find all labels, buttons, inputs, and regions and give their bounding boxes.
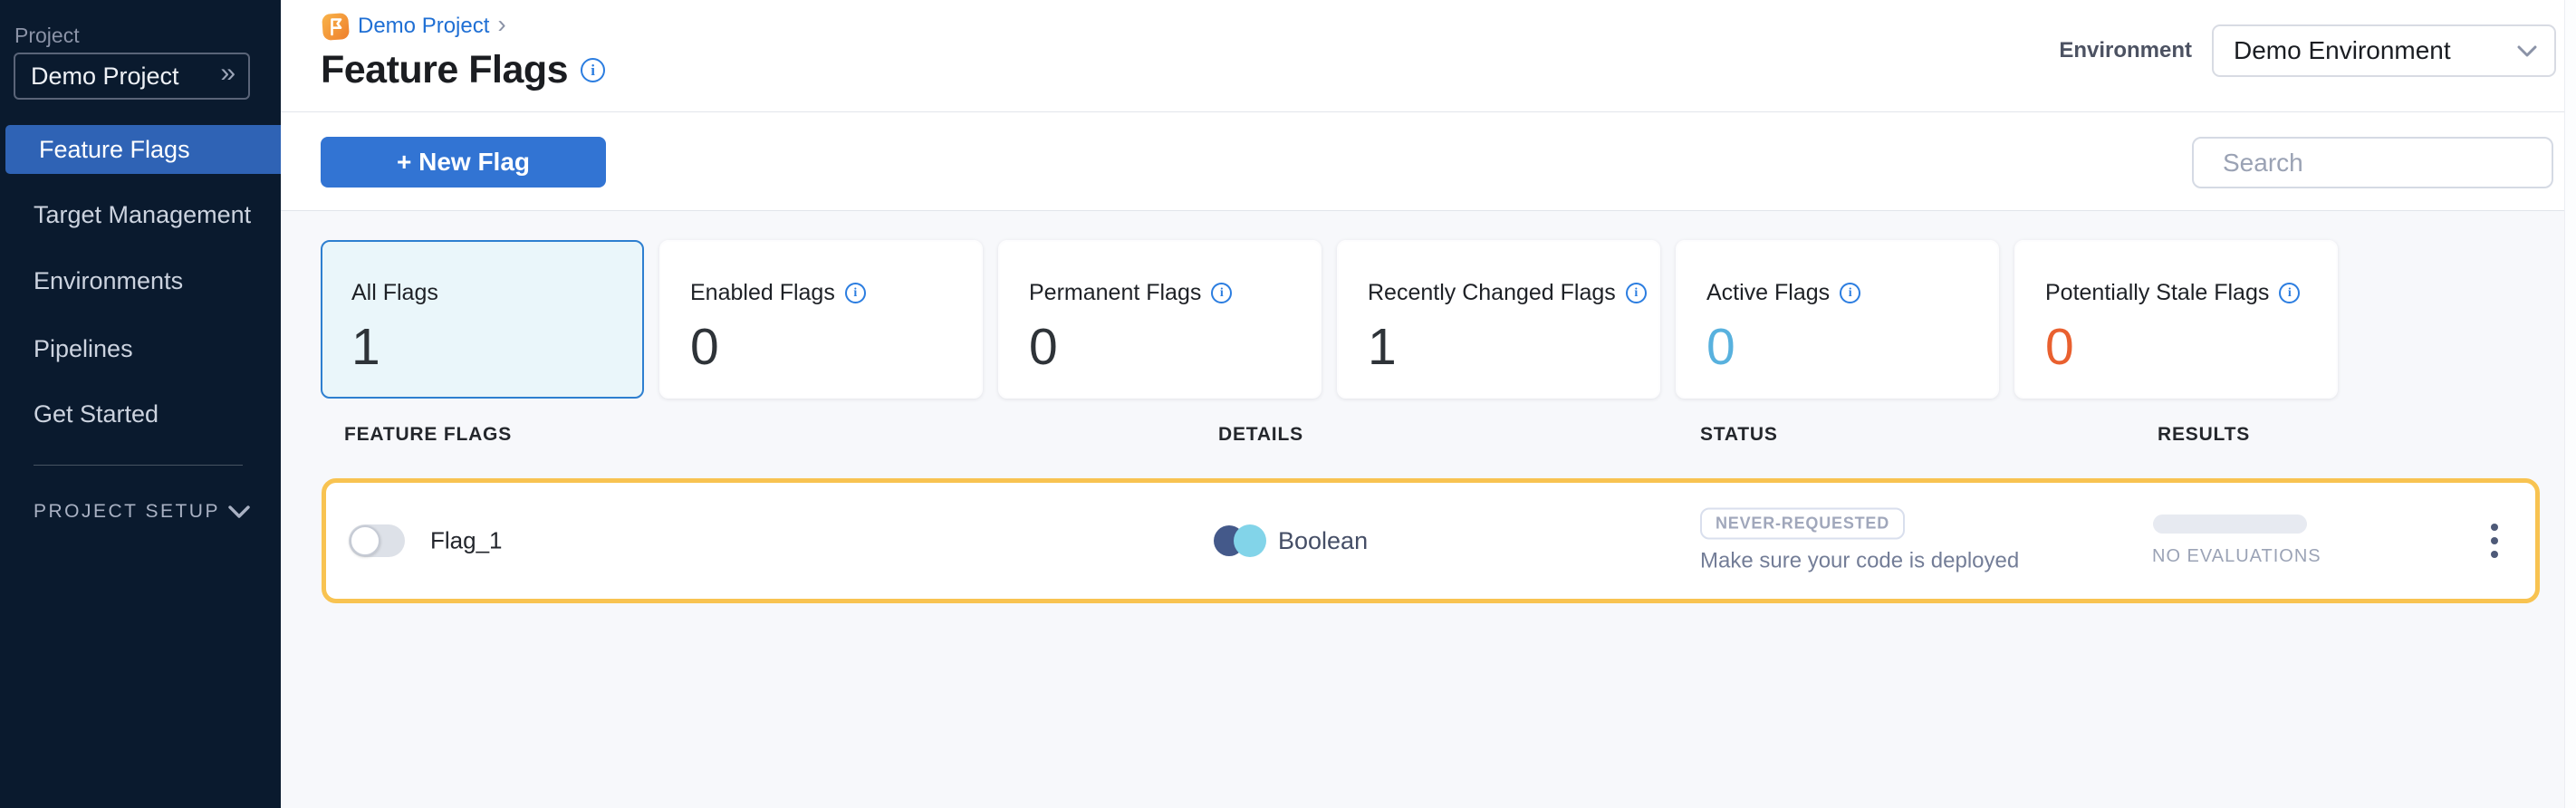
flag-type-label: Boolean — [1278, 527, 1368, 555]
stat-card-active-flags[interactable]: Active Flags 0 — [1676, 240, 1999, 399]
row-options-kebab-icon[interactable] — [2475, 514, 2514, 568]
project-setup-section[interactable]: PROJECT SETUP — [34, 501, 251, 523]
card-label: All Flags — [351, 280, 438, 306]
environment-group: Environment Demo Environment — [2059, 24, 2556, 77]
sidebar-item-feature-flags[interactable]: Feature Flags — [5, 125, 281, 174]
stat-card-all-flags[interactable]: All Flags 1 — [321, 240, 644, 399]
content-area: All Flags 1 Enabled Flags 0 Permanent Fl… — [281, 211, 2576, 808]
toggle-knob-icon — [350, 525, 380, 556]
expand-sidebar-icon[interactable]: » — [220, 60, 235, 92]
stats-cards: All Flags 1 Enabled Flags 0 Permanent Fl… — [321, 240, 2338, 399]
column-header-status: STATUS — [1700, 424, 1778, 446]
sidebar-divider — [34, 465, 243, 466]
chevron-down-icon — [2516, 44, 2538, 58]
card-count: 0 — [1029, 317, 1320, 377]
sidebar-item-pipelines[interactable]: Pipelines — [0, 324, 281, 373]
new-flag-button[interactable]: + New Flag — [321, 137, 606, 188]
evaluations-caption: NO EVALUATIONS — [2152, 546, 2321, 567]
card-label: Active Flags — [1706, 280, 1830, 306]
card-label: Potentially Stale Flags — [2045, 280, 2269, 306]
flag-toggle[interactable] — [349, 524, 405, 557]
title-row: Feature Flags — [321, 48, 605, 92]
search-input[interactable] — [2223, 149, 2550, 178]
feature-flag-logo-icon — [322, 13, 350, 41]
column-header-results: RESULTS — [2158, 424, 2250, 446]
stat-card-permanent-flags[interactable]: Permanent Flags 0 — [998, 240, 1322, 399]
flag-row[interactable]: Flag_1 Boolean NEVER-REQUESTED Make sure… — [322, 478, 2540, 603]
project-name: Demo Project — [31, 63, 220, 91]
chevron-right-icon: › — [497, 12, 505, 41]
sidebar-item-get-started[interactable]: Get Started — [0, 390, 281, 438]
main-area: Demo Project › Feature Flags Environment… — [281, 0, 2576, 808]
card-label: Enabled Flags — [690, 280, 835, 306]
chevron-down-icon — [227, 505, 251, 519]
stat-card-recently-changed-flags[interactable]: Recently Changed Flags 1 — [1337, 240, 1660, 399]
info-icon[interactable] — [1840, 283, 1860, 303]
info-icon[interactable] — [2279, 283, 2300, 303]
breadcrumb-project-link[interactable]: Demo Project — [358, 14, 489, 39]
flag-name[interactable]: Flag_1 — [430, 527, 503, 555]
sidebar-item-environments[interactable]: Environments — [0, 256, 281, 305]
search-box — [2192, 137, 2553, 188]
project-label: Project — [14, 24, 80, 48]
scrollbar[interactable] — [2564, 0, 2576, 808]
card-count: 0 — [1706, 317, 1997, 377]
stat-card-enabled-flags[interactable]: Enabled Flags 0 — [659, 240, 983, 399]
flag-type: Boolean — [1214, 524, 1368, 557]
card-count: 1 — [351, 317, 642, 377]
card-count: 0 — [2045, 317, 2336, 377]
header-divider — [281, 111, 2576, 112]
flag-results: NO EVALUATIONS — [2152, 515, 2321, 567]
card-count: 1 — [1368, 317, 1658, 377]
environment-select[interactable]: Demo Environment — [2212, 24, 2556, 77]
evaluations-progress-bar — [2153, 515, 2307, 534]
project-selector[interactable]: Demo Project » — [14, 53, 250, 100]
feature-flags-page: Project Demo Project » Feature Flags Tar… — [0, 0, 2576, 808]
breadcrumb: Demo Project › — [322, 12, 506, 41]
page-title: Feature Flags — [321, 48, 568, 92]
environment-value: Demo Environment — [2234, 36, 2516, 65]
info-icon[interactable] — [581, 58, 605, 82]
column-header-details: DETAILS — [1218, 424, 1303, 446]
flag-status: NEVER-REQUESTED Make sure your code is d… — [1700, 508, 2019, 574]
card-label: Permanent Flags — [1029, 280, 1201, 306]
boolean-type-icon — [1214, 524, 1266, 557]
stat-card-potentially-stale-flags[interactable]: Potentially Stale Flags 0 — [2014, 240, 2338, 399]
card-label: Recently Changed Flags — [1368, 280, 1616, 306]
sidebar: Project Demo Project » Feature Flags Tar… — [0, 0, 281, 808]
sidebar-item-target-management[interactable]: Target Management — [0, 190, 281, 239]
status-badge: NEVER-REQUESTED — [1700, 508, 1905, 540]
environment-label: Environment — [2059, 38, 2192, 63]
info-icon[interactable] — [1211, 283, 1232, 303]
column-header-feature-flags: FEATURE FLAGS — [344, 424, 512, 446]
card-count: 0 — [690, 317, 981, 377]
status-note: Make sure your code is deployed — [1700, 549, 2019, 574]
project-setup-label: PROJECT SETUP — [34, 501, 220, 523]
info-icon[interactable] — [845, 283, 866, 303]
info-icon[interactable] — [1626, 283, 1647, 303]
